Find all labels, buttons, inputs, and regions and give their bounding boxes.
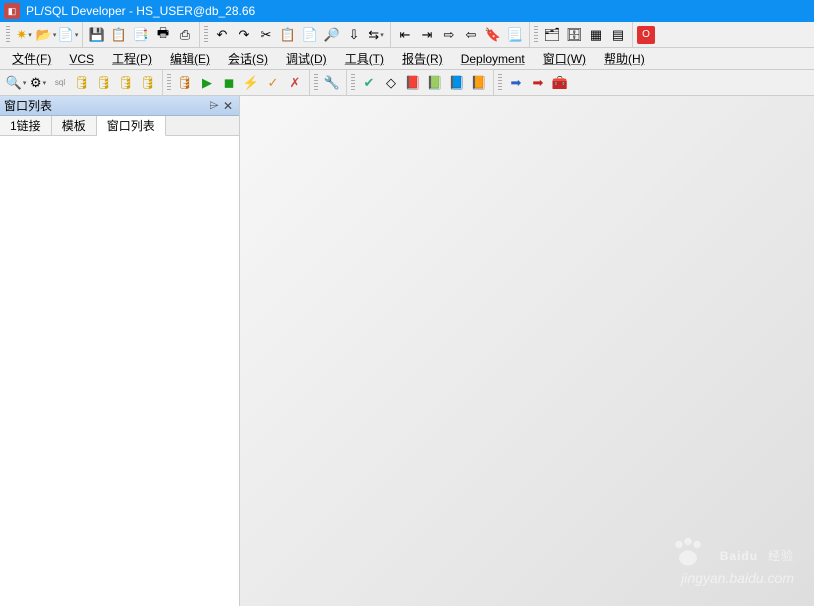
session-kill-button[interactable]: 🛢 (175, 73, 195, 93)
book3-button[interactable]: 📘 (447, 73, 467, 93)
menu-report[interactable]: 报告(R) (396, 48, 449, 69)
db2-button[interactable]: 🛢 (94, 73, 114, 93)
watermark-url: jingyan.baidu.com (670, 570, 794, 586)
doc-button[interactable]: 📃 (505, 25, 525, 45)
grip-icon (351, 74, 355, 92)
workspace: 窗口列表 ⌲ ✕ 1链接 模板 窗口列表 Baidu 经验 jingyan.ba… (0, 96, 814, 606)
menu-bar: 文件(F) VCS 工程(P) 编辑(E) 会话(S) 调试(D) 工具(T) … (0, 48, 814, 70)
open-button[interactable]: 📂 (36, 25, 56, 45)
arrow-red-button[interactable]: ➡ (528, 73, 548, 93)
toolbar-1: ✷ 📂 📄 💾 📋 📑 🖶 ⎙ ↶ ↷ ✂ 📋 📄 🔎 ⇩ ⇆ ⇤ ⇥ ⇨ ⇦ … (0, 22, 814, 48)
panel-header[interactable]: 窗口列表 ⌲ ✕ (0, 96, 239, 116)
sql-button[interactable]: sql (50, 73, 70, 93)
grip-icon (6, 26, 10, 44)
tab-links[interactable]: 1链接 (0, 116, 52, 135)
watermark-product: 经验 (768, 549, 794, 563)
menu-deployment[interactable]: Deployment (455, 50, 531, 68)
menu-debug[interactable]: 调试(D) (280, 48, 333, 69)
menu-tools[interactable]: 工具(T) (339, 48, 390, 69)
book1-button[interactable]: 📕 (403, 73, 423, 93)
menu-window[interactable]: 窗口(W) (537, 48, 592, 69)
close-icon[interactable]: ✕ (221, 99, 235, 113)
print-button[interactable]: 🖶 (153, 25, 173, 45)
paw-icon (670, 534, 706, 570)
arrow-blue-button[interactable]: ➡ (506, 73, 526, 93)
grip-icon (167, 74, 171, 92)
commit-button[interactable]: ✓ (263, 73, 283, 93)
db1-button[interactable]: 🛢 (72, 73, 92, 93)
watermark: Baidu 经验 jingyan.baidu.com (670, 531, 794, 586)
grip-icon (314, 74, 318, 92)
run-button[interactable]: ▶ (197, 73, 217, 93)
window-list-panel: 窗口列表 ⌲ ✕ 1链接 模板 窗口列表 (0, 96, 240, 606)
outdent-button[interactable]: ⇦ (461, 25, 481, 45)
config-button[interactable]: ⚙ (28, 73, 48, 93)
find-next-button[interactable]: ⇩ (344, 25, 364, 45)
export-button[interactable]: ⎙ (175, 25, 195, 45)
paste-button[interactable]: 📄 (300, 25, 320, 45)
undo-button[interactable]: ↶ (212, 25, 232, 45)
grip-icon (498, 74, 502, 92)
table-button[interactable]: ▤ (608, 25, 628, 45)
docs-button[interactable]: 📑 (131, 25, 151, 45)
db4-button[interactable]: 🛢 (138, 73, 158, 93)
menu-file[interactable]: 文件(F) (6, 48, 57, 69)
go-begin-button[interactable]: ⇤ (395, 25, 415, 45)
replace-button[interactable]: ⇆ (366, 25, 386, 45)
oracle-icon[interactable]: O (637, 26, 655, 44)
go-end-button[interactable]: ⇥ (417, 25, 437, 45)
pin-icon[interactable]: ⌲ (207, 98, 221, 113)
search-button[interactable]: 🔍 (6, 73, 26, 93)
toolbox-button[interactable]: 🧰 (550, 73, 570, 93)
bookmark-button[interactable]: 🔖 (483, 25, 503, 45)
wrench-button[interactable]: 🔧 (322, 73, 342, 93)
exec-yellow-button[interactable]: ⚡ (241, 73, 261, 93)
copy-button[interactable]: 📋 (278, 25, 298, 45)
copy-doc-button[interactable]: 📋 (109, 25, 129, 45)
indent-button[interactable]: ⇨ (439, 25, 459, 45)
find-button[interactable]: 🔎 (322, 25, 342, 45)
toolbar-2: 🔍 ⚙ sql 🛢 🛢 🛢 🛢 🛢 ▶ ◼ ⚡ ✓ ✗ 🔧 ✔ ◇ 📕 📗 📘 … (0, 70, 814, 96)
menu-edit[interactable]: 编辑(E) (164, 48, 216, 69)
main-area: Baidu 经验 jingyan.baidu.com (240, 96, 814, 606)
redo-button[interactable]: ↷ (234, 25, 254, 45)
book4-button[interactable]: 📙 (469, 73, 489, 93)
app-title: PL/SQL Developer - HS_USER@db_28.66 (26, 4, 255, 18)
menu-vcs[interactable]: VCS (63, 50, 100, 68)
tab-window-list[interactable]: 窗口列表 (97, 116, 166, 136)
cut-button[interactable]: ✂ (256, 25, 276, 45)
book2-button[interactable]: 📗 (425, 73, 445, 93)
new-button[interactable]: ✷ (14, 25, 34, 45)
menu-project[interactable]: 工程(P) (106, 48, 158, 69)
panel-body (0, 136, 239, 606)
tab-templates[interactable]: 模板 (52, 116, 97, 135)
browser-button[interactable]: 🗄 (564, 25, 584, 45)
app-icon: ◧ (4, 3, 20, 19)
grid-button[interactable]: ▦ (586, 25, 606, 45)
panel-tabs: 1链接 模板 窗口列表 (0, 116, 239, 136)
menu-session[interactable]: 会话(S) (222, 48, 274, 69)
grip-icon (204, 26, 208, 44)
menu-help[interactable]: 帮助(H) (598, 48, 651, 69)
grip-icon (534, 26, 538, 44)
watermark-brand: Baidu (720, 549, 758, 563)
save-all-button[interactable]: 💾 (87, 25, 107, 45)
title-bar: ◧ PL/SQL Developer - HS_USER@db_28.66 (0, 0, 814, 22)
rollback-button[interactable]: ✗ (285, 73, 305, 93)
panel-title: 窗口列表 (4, 97, 207, 114)
check-button[interactable]: ✔ (359, 73, 379, 93)
objects-button[interactable]: 🗂 (542, 25, 562, 45)
clear-button[interactable]: ◇ (381, 73, 401, 93)
save-button[interactable]: 📄 (58, 25, 78, 45)
stop-button[interactable]: ◼ (219, 73, 239, 93)
db3-button[interactable]: 🛢 (116, 73, 136, 93)
